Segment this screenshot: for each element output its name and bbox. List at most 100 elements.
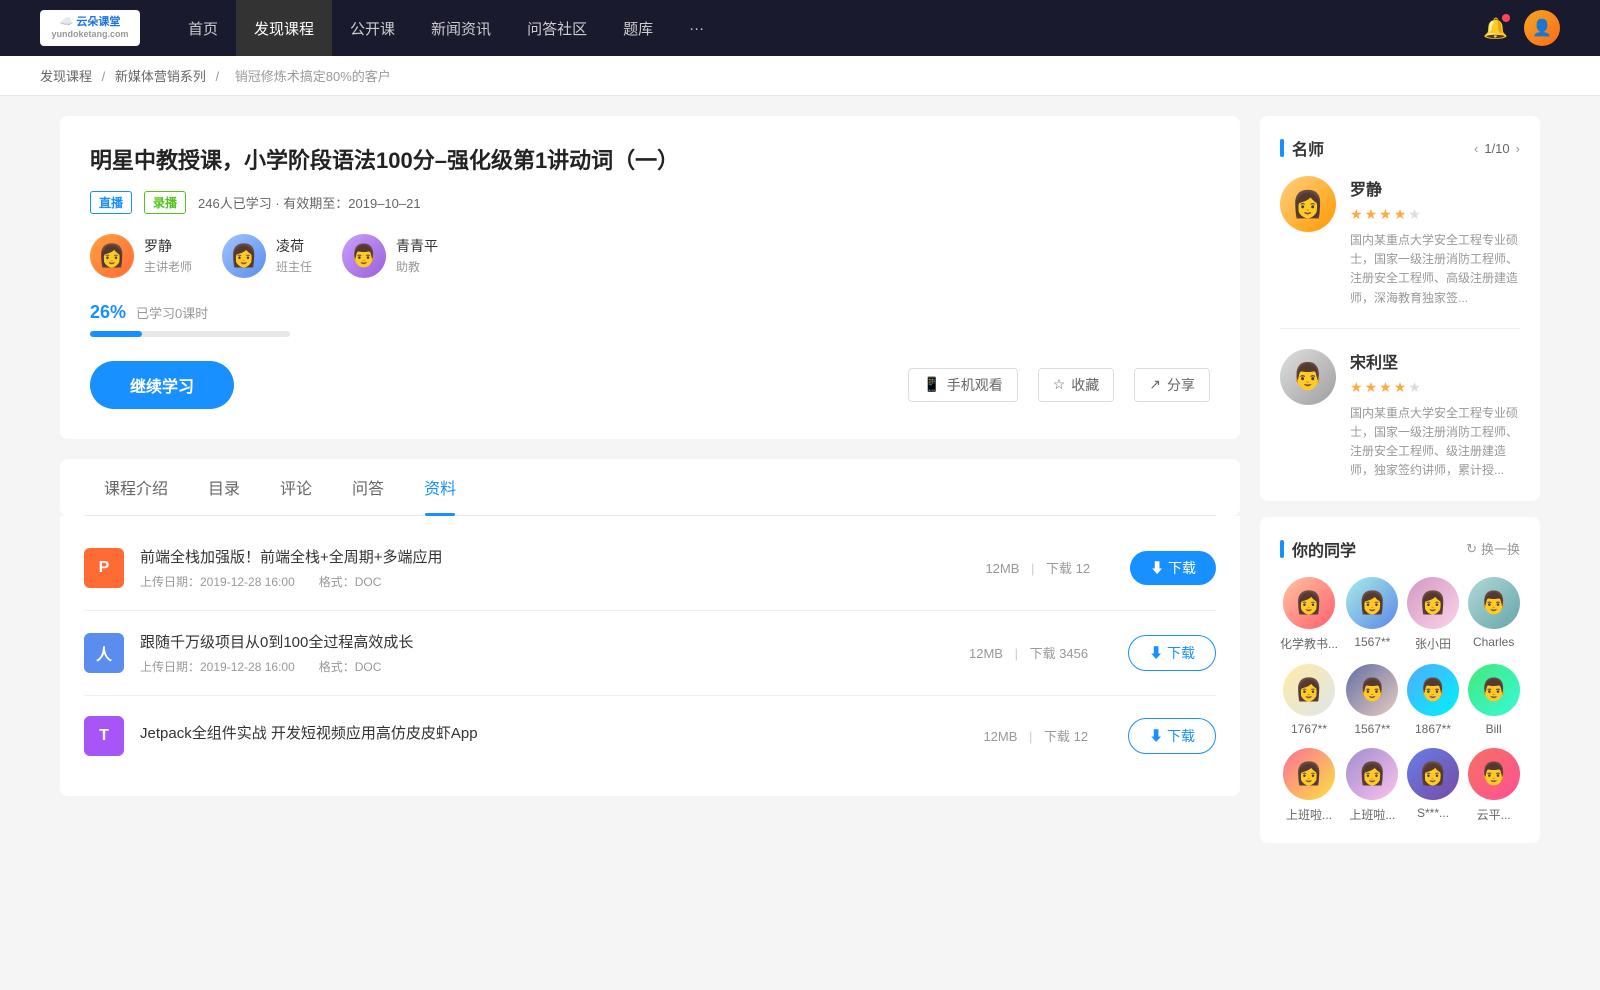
sidebar-teacher-1-stars: ★ ★ ★ ★ ★	[1350, 206, 1520, 223]
nav-item-open[interactable]: 公开课	[332, 0, 413, 56]
teacher-3: 👨 青青平 助教	[342, 234, 438, 278]
nav-item-home[interactable]: 首页	[170, 0, 236, 56]
progress-percent: 26%	[90, 302, 126, 323]
download-btn-1[interactable]: ⬇ 下载	[1128, 635, 1216, 671]
tag-live: 直播	[90, 191, 132, 214]
nav-item-qa[interactable]: 问答社区	[509, 0, 605, 56]
user-avatar[interactable]: 👤	[1524, 10, 1560, 46]
classmates-title-text: 你的同学	[1292, 537, 1356, 561]
sidebar-teacher-2-avatar: 👨	[1280, 349, 1336, 405]
teacher-3-info: 青青平 助教	[396, 236, 438, 275]
main-container: 明星中教授课，小学阶段语法100分–强化级第1讲动词（一） 直播 录播 246人…	[20, 96, 1580, 879]
teacher-2: 👩 凌荷 班主任	[222, 234, 312, 278]
teacher-1: 👩 罗静 主讲老师	[90, 234, 192, 278]
nav-item-quiz[interactable]: 题库	[605, 0, 671, 56]
classmates-header: 你的同学 ↻ 换一换	[1280, 537, 1520, 561]
classmates-title: 你的同学	[1280, 537, 1356, 561]
classmate-7[interactable]: 👨 Bill	[1467, 664, 1520, 736]
classmate-6[interactable]: 👨 1867**	[1407, 664, 1460, 736]
action-buttons: 📱 手机观看 ☆ 收藏 ↗ 分享	[908, 368, 1210, 402]
teacher-3-name: 青青平	[396, 236, 438, 256]
collect-button[interactable]: ☆ 收藏	[1038, 368, 1115, 402]
classmate-avatar-1: 👩	[1346, 577, 1398, 629]
tab-intro[interactable]: 课程介绍	[84, 459, 188, 515]
classmate-avatar-3: 👨	[1468, 577, 1520, 629]
logo[interactable]: ☁️ 云朵课堂yundoketang.com	[40, 10, 140, 46]
resource-list: P 前端全栈加强版！前端全栈+全周期+多端应用 上传日期：2019-12-28 …	[60, 516, 1240, 796]
continue-button[interactable]: 继续学习	[90, 361, 234, 409]
breadcrumb-discover[interactable]: 发现课程	[40, 69, 92, 84]
teacher-3-role: 助教	[396, 258, 438, 275]
classmate-name-6: 1867**	[1415, 722, 1451, 736]
classmate-avatar-7: 👨	[1468, 664, 1520, 716]
next-btn[interactable]: ›	[1516, 141, 1520, 156]
resource-icon-1: 人	[84, 633, 124, 673]
classmate-0[interactable]: 👩 化学教书...	[1280, 577, 1338, 652]
share-button[interactable]: ↗ 分享	[1134, 368, 1210, 402]
tab-review[interactable]: 评论	[260, 459, 332, 515]
progress-label: 26% 已学习0课时	[90, 302, 1210, 323]
course-meta-text: 246人已学习 · 有效期至：2019–10–21	[198, 193, 421, 212]
nav-item-more[interactable]: ···	[671, 0, 722, 56]
mobile-watch-button[interactable]: 📱 手机观看	[908, 368, 1017, 402]
resource-icon-0: P	[84, 548, 124, 588]
classmate-4[interactable]: 👩 1767**	[1280, 664, 1338, 736]
sidebar-teacher-2-info: 宋利坚 ★ ★ ★ ★ ★ 国内某重点大学安全工程专业硕士，国家一级注册消防工程…	[1350, 349, 1520, 481]
progress-desc: 已学习0课时	[136, 303, 208, 322]
refresh-label: 换一换	[1481, 539, 1520, 558]
classmate-name-7: Bill	[1486, 722, 1502, 736]
resource-stats-0: 12MB | 下载 12	[961, 558, 1114, 577]
classmates-grid: 👩 化学教书... 👩 1567** 👩 张小田 👨 Charles 👩 176…	[1280, 577, 1520, 823]
course-card: 明星中教授课，小学阶段语法100分–强化级第1讲动词（一） 直播 录播 246人…	[60, 116, 1240, 439]
teacher-1-role: 主讲老师	[144, 258, 192, 275]
classmate-avatar-2: 👩	[1407, 577, 1459, 629]
classmate-name-2: 张小田	[1415, 635, 1451, 652]
classmate-avatar-8: 👩	[1283, 748, 1335, 800]
resource-item-2: T Jetpack全组件实战 开发短视频应用高仿皮皮虾App 12MB | 下载…	[84, 696, 1216, 776]
classmate-name-1: 1567**	[1354, 635, 1390, 649]
classmate-8[interactable]: 👩 上班啦...	[1280, 748, 1338, 823]
mobile-watch-label: 手机观看	[947, 375, 1003, 395]
classmate-avatar-5: 👨	[1346, 664, 1398, 716]
tab-qa[interactable]: 问答	[332, 459, 404, 515]
progress-bar-bg	[90, 331, 290, 337]
tab-resource[interactable]: 资料	[404, 459, 476, 515]
classmate-3[interactable]: 👨 Charles	[1467, 577, 1520, 652]
sidebar-area: 名师 ‹ 1/10 › 👩 罗静 ★ ★ ★ ★ ★	[1260, 116, 1540, 859]
teacher-2-info: 凌荷 班主任	[276, 236, 312, 275]
course-actions: 继续学习 📱 手机观看 ☆ 收藏 ↗ 分享	[90, 361, 1210, 409]
resource-name-0: 前端全栈加强版！前端全栈+全周期+多端应用	[140, 546, 945, 567]
classmate-name-3: Charles	[1473, 635, 1514, 649]
classmate-avatar-9: 👩	[1346, 748, 1398, 800]
classmate-2[interactable]: 👩 张小田	[1407, 577, 1460, 652]
sidebar-teacher-2-stars: ★ ★ ★ ★ ★	[1350, 379, 1520, 396]
resource-info-2: Jetpack全组件实战 开发短视频应用高仿皮皮虾App	[140, 722, 943, 749]
classmate-5[interactable]: 👨 1567**	[1346, 664, 1399, 736]
page-indicator: 1/10	[1484, 141, 1509, 156]
course-meta: 直播 录播 246人已学习 · 有效期至：2019–10–21	[90, 191, 1210, 214]
classmate-avatar-11: 👨	[1468, 748, 1520, 800]
classmate-name-9: 上班啦...	[1349, 806, 1395, 823]
nav-item-news[interactable]: 新闻资讯	[413, 0, 509, 56]
classmate-avatar-0: 👩	[1283, 577, 1335, 629]
classmate-1[interactable]: 👩 1567**	[1346, 577, 1399, 652]
refresh-icon: ↻	[1466, 541, 1477, 557]
download-btn-0[interactable]: ⬇ 下载	[1130, 551, 1216, 585]
resource-name-2: Jetpack全组件实战 开发短视频应用高仿皮皮虾App	[140, 722, 943, 743]
tabs: 课程介绍 目录 评论 问答 资料	[84, 459, 1216, 516]
refresh-button[interactable]: ↻ 换一换	[1466, 539, 1520, 558]
breadcrumb-series[interactable]: 新媒体营销系列	[115, 69, 206, 84]
content-area: 明星中教授课，小学阶段语法100分–强化级第1讲动词（一） 直播 录播 246人…	[60, 116, 1240, 859]
sidebar-teacher-1: 👩 罗静 ★ ★ ★ ★ ★ 国内某重点大学安全工程专业硕士，国家一级注册消防工…	[1280, 176, 1520, 329]
resource-info-1: 跟随千万级项目从0到100全过程高效成长 上传日期：2019-12-28 16:…	[140, 631, 929, 675]
mobile-icon: 📱	[923, 376, 940, 393]
classmate-10[interactable]: 👩 S***...	[1407, 748, 1460, 823]
tab-catalog[interactable]: 目录	[188, 459, 260, 515]
nav-item-discover[interactable]: 发现课程	[236, 0, 332, 56]
classmate-11[interactable]: 👨 云平...	[1467, 748, 1520, 823]
teacher-2-avatar: 👩	[222, 234, 266, 278]
download-btn-2[interactable]: ⬇ 下载	[1128, 718, 1216, 754]
prev-btn[interactable]: ‹	[1474, 141, 1478, 156]
bell-icon[interactable]: 🔔	[1483, 16, 1508, 41]
classmate-9[interactable]: 👩 上班啦...	[1346, 748, 1399, 823]
